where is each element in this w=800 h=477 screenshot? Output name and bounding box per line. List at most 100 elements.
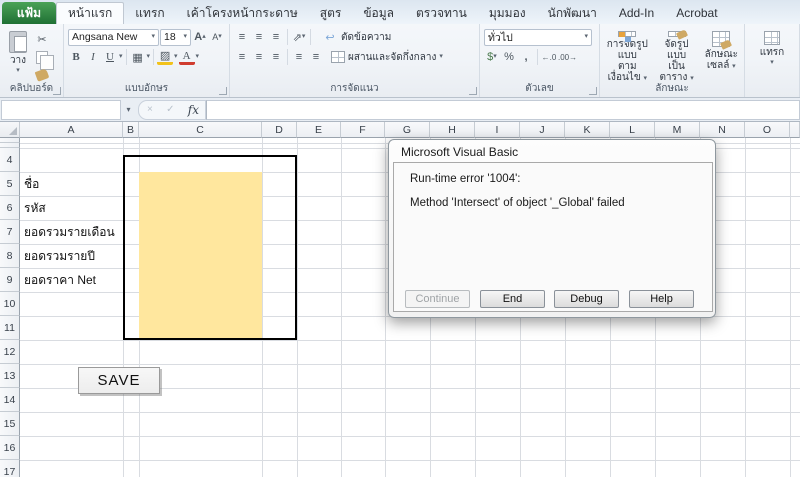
grow-font-button[interactable]: A▴: [192, 29, 208, 45]
column-header-L[interactable]: L: [610, 122, 655, 138]
row-header-7[interactable]: 7: [0, 220, 20, 244]
enter-icon[interactable]: ✓: [166, 104, 174, 115]
tab-review[interactable]: ตรวจทาน: [405, 2, 478, 24]
align-bottom-button[interactable]: ≡: [268, 29, 284, 45]
tab-insert[interactable]: แทรก: [124, 2, 175, 24]
italic-button[interactable]: I: [85, 49, 101, 65]
number-dialog-launcher[interactable]: [589, 87, 597, 95]
cell-styles-button[interactable]: ลักษณะ เซลล์ ▾: [701, 27, 742, 83]
font-color-button[interactable]: A: [179, 49, 195, 65]
row-header-6[interactable]: 6: [0, 196, 20, 220]
decrease-decimal-button[interactable]: .00→: [558, 49, 577, 65]
number-format-combo[interactable]: ทั่วไป ▾: [484, 29, 592, 46]
column-header-C[interactable]: C: [139, 122, 262, 138]
name-box-dropdown-icon[interactable]: ▾: [121, 100, 136, 120]
name-box[interactable]: [1, 100, 121, 120]
cell-label-A8[interactable]: ยอดรวมรายปี: [24, 244, 120, 268]
decrease-indent-button[interactable]: ≡: [291, 49, 307, 65]
vb-error-dialog[interactable]: Microsoft Visual Basic Run-time error '1…: [388, 139, 716, 318]
cut-button[interactable]: ✂: [34, 31, 50, 47]
cell-label-A5[interactable]: ชื่อ: [24, 172, 120, 196]
column-header-A[interactable]: A: [20, 122, 123, 138]
format-as-table-button[interactable]: จัดรูปแบบ เป็นตาราง ▾: [655, 27, 699, 83]
row-header-10[interactable]: 10: [0, 292, 20, 316]
font-size-combo[interactable]: 18 ▾: [160, 29, 191, 46]
wrap-text-button[interactable]: ↩ ตัดข้อความ: [322, 29, 391, 45]
increase-indent-button[interactable]: ≡: [308, 49, 324, 65]
font-dialog-launcher[interactable]: [219, 87, 227, 95]
paste-button[interactable]: วาง ▾: [6, 29, 30, 83]
column-header-B[interactable]: B: [123, 122, 139, 138]
tab-addin[interactable]: Add-In: [608, 2, 665, 24]
cancel-icon[interactable]: ×: [147, 104, 153, 115]
tab-formulas[interactable]: สูตร: [309, 2, 353, 24]
formula-input[interactable]: [206, 100, 800, 120]
underline-dropdown-icon[interactable]: ▾: [119, 54, 123, 60]
borders-button[interactable]: ▦: [130, 49, 146, 65]
align-right-button[interactable]: ≡: [268, 49, 284, 65]
column-header-K[interactable]: K: [565, 122, 610, 138]
accounting-format-button[interactable]: $▾: [484, 49, 500, 65]
row-header-12[interactable]: 12: [0, 340, 20, 364]
tab-acrobat[interactable]: Acrobat: [665, 2, 728, 24]
tab-data[interactable]: ข้อมูล: [352, 2, 405, 24]
borders-dropdown-icon[interactable]: ▾: [147, 54, 151, 60]
copy-button[interactable]: [34, 49, 50, 65]
end-button[interactable]: End: [480, 290, 545, 308]
row-header-9[interactable]: 9: [0, 268, 20, 292]
debug-button[interactable]: Debug: [554, 290, 619, 308]
increase-decimal-button[interactable]: ←.0: [541, 49, 557, 65]
insert-cells-button[interactable]: แทรก ▾: [747, 29, 797, 68]
font-color-dropdown-icon[interactable]: ▾: [196, 54, 200, 60]
percent-style-button[interactable]: %: [501, 49, 517, 65]
row-header-16[interactable]: 16: [0, 436, 20, 460]
column-header-N[interactable]: N: [700, 122, 745, 138]
column-header-E[interactable]: E: [297, 122, 341, 138]
font-name-combo[interactable]: Angsana New ▾: [68, 29, 159, 46]
comma-style-button[interactable]: ,: [518, 49, 534, 65]
conditional-formatting-button[interactable]: การจัดรูปแบบ ตามเงื่อนไข ▾: [602, 27, 653, 83]
column-header-M[interactable]: M: [655, 122, 700, 138]
row-header-11[interactable]: 11: [0, 316, 20, 340]
row-header-5[interactable]: 5: [0, 172, 20, 196]
row-header-4[interactable]: 4: [0, 148, 20, 172]
align-center-button[interactable]: ≡: [251, 49, 267, 65]
select-all-corner[interactable]: [0, 122, 20, 138]
cell-label-A7[interactable]: ยอดรวมรายเดือน: [24, 220, 120, 244]
align-middle-button[interactable]: ≡: [251, 29, 267, 45]
continue-button[interactable]: Continue: [405, 290, 470, 308]
row-header-17[interactable]: 17: [0, 460, 20, 477]
fill-color-dropdown-icon[interactable]: ▾: [174, 54, 178, 60]
column-header-G[interactable]: G: [385, 122, 430, 138]
orientation-button[interactable]: ⇗▾: [291, 29, 307, 45]
column-header-D[interactable]: D: [262, 122, 297, 138]
align-left-button[interactable]: ≡: [234, 49, 250, 65]
save-button[interactable]: SAVE: [78, 367, 160, 394]
column-header-F[interactable]: F: [341, 122, 385, 138]
cell-label-A6[interactable]: รหัส: [24, 196, 120, 220]
row-header-13[interactable]: 13: [0, 364, 20, 388]
row-header-15[interactable]: 15: [0, 412, 20, 436]
underline-button[interactable]: U: [102, 49, 118, 65]
row-header-14[interactable]: 14: [0, 388, 20, 412]
insert-function-icon[interactable]: fx: [188, 103, 199, 117]
column-header-O[interactable]: O: [745, 122, 790, 138]
align-top-button[interactable]: ≡: [234, 29, 250, 45]
cell-label-A9[interactable]: ยอดราคา Net: [24, 268, 120, 292]
tab-home[interactable]: หน้าแรก: [56, 2, 124, 24]
column-header-H[interactable]: H: [430, 122, 475, 138]
fill-color-button[interactable]: ▨: [157, 49, 173, 65]
bold-button[interactable]: B: [68, 49, 84, 65]
alignment-dialog-launcher[interactable]: [469, 87, 477, 95]
row-header-8[interactable]: 8: [0, 244, 20, 268]
shrink-font-button[interactable]: A▾: [209, 29, 225, 45]
tab-file[interactable]: แฟ้ม: [2, 2, 56, 24]
clipboard-dialog-launcher[interactable]: [53, 87, 61, 95]
tab-view[interactable]: มุมมอง: [478, 2, 537, 24]
column-header-partial[interactable]: [790, 122, 800, 138]
tab-page-layout[interactable]: เค้าโครงหน้ากระดาษ: [176, 2, 309, 24]
column-header-J[interactable]: J: [520, 122, 565, 138]
help-button[interactable]: Help: [629, 290, 694, 308]
tab-developer[interactable]: นักพัฒนา: [537, 2, 608, 24]
merge-center-button[interactable]: ผสานและจัดกึ่งกลาง ▾: [331, 50, 443, 65]
